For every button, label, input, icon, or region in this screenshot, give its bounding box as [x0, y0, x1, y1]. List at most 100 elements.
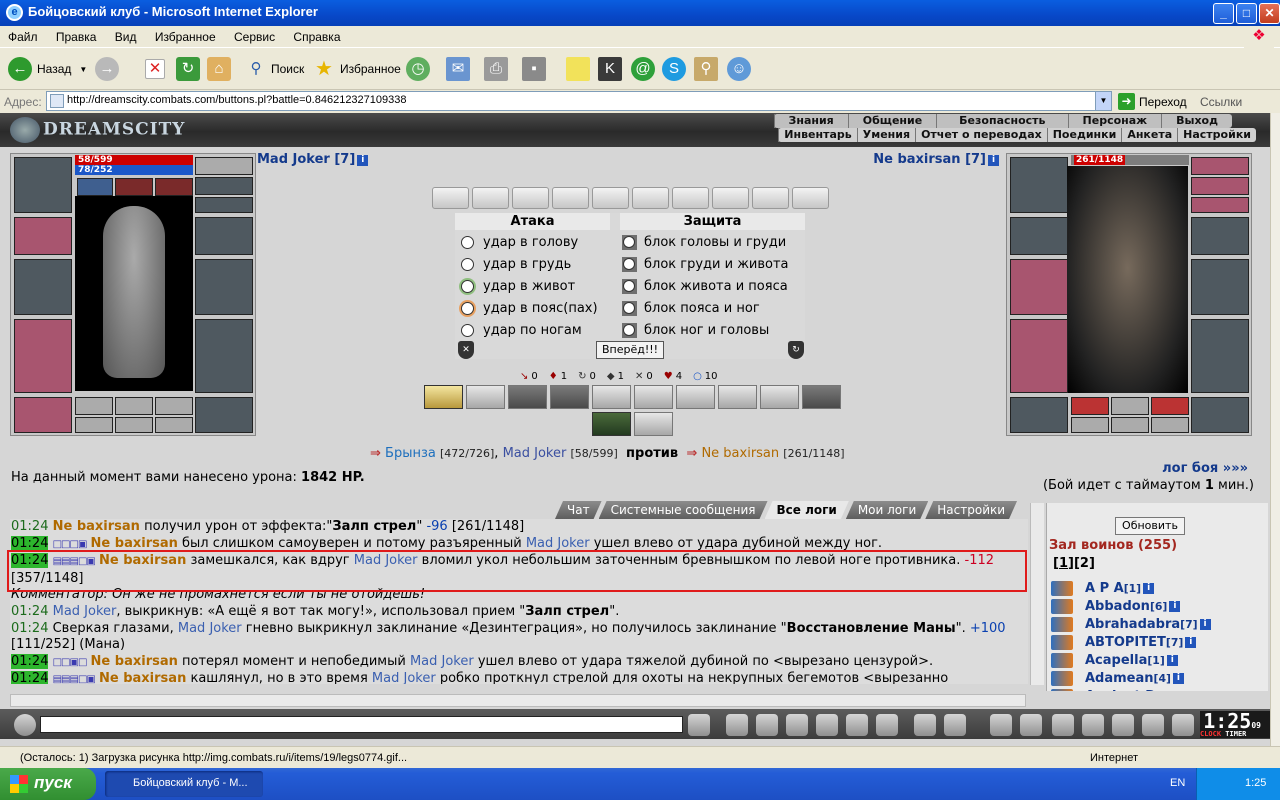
smiley-icon[interactable] [914, 714, 936, 736]
scroll-slot[interactable] [115, 417, 153, 433]
info-icon[interactable]: i [988, 155, 999, 166]
block-belt-legs-option[interactable]: блок пояса и ног [622, 297, 760, 319]
log-target[interactable]: Mad Joker [526, 536, 590, 551]
nav-skills[interactable]: Умения [856, 128, 915, 142]
attack-groin-option[interactable]: удар в пояс(пах) [461, 297, 598, 319]
tab-all-logs[interactable]: Все логи [765, 501, 849, 519]
menu-view[interactable]: Вид [107, 26, 144, 44]
messenger-button[interactable]: ☺ [727, 56, 751, 82]
scroll-slot[interactable] [712, 187, 749, 209]
start-button[interactable]: пуск [0, 768, 96, 800]
scroll-slot[interactable] [1111, 417, 1149, 433]
mail-button[interactable]: ✉ [446, 56, 470, 82]
search-button[interactable]: ⚲ Поиск [244, 56, 305, 82]
opponent-name[interactable]: Ne baxirsan [7] i [873, 152, 999, 167]
player-name[interactable]: Mad Joker [7] i [257, 152, 369, 167]
eraser-icon[interactable] [726, 714, 748, 736]
hero-name[interactable]: Abrahadabra [1085, 617, 1180, 632]
scroll-slot[interactable] [792, 187, 829, 209]
scroll-slot[interactable] [552, 187, 589, 209]
block-head-chest-option[interactable]: блок головы и груди [622, 231, 786, 253]
radio-icon[interactable] [461, 301, 474, 315]
block-legs-head-option[interactable]: блок ног и головы [622, 319, 769, 341]
shield-slot[interactable] [1191, 259, 1249, 315]
page-link[interactable]: 1 [1059, 556, 1068, 571]
trick-button[interactable] [592, 385, 631, 409]
info-icon[interactable]: i [1185, 636, 1197, 648]
radio-icon[interactable] [623, 235, 635, 248]
attack-go-button[interactable]: Вперёд!!! [596, 341, 664, 359]
block-chest-belly-option[interactable]: блок груди и живота [622, 253, 789, 275]
trick-button[interactable] [676, 385, 715, 409]
page-scrollbar[interactable] [1270, 113, 1280, 746]
shield-icon[interactable]: ✕ [458, 341, 474, 359]
info-icon[interactable]: i [1143, 582, 1155, 594]
hero-name[interactable]: Abbadon [1085, 599, 1150, 614]
rings-slot[interactable] [1191, 197, 1249, 213]
scroll-slot[interactable] [1071, 417, 1109, 433]
nav-communication[interactable]: Общение [847, 114, 936, 128]
quiver-slot[interactable] [195, 259, 253, 315]
bracers-slot[interactable] [1010, 217, 1068, 255]
gift-icon[interactable] [1112, 714, 1134, 736]
tab-my-logs[interactable]: Мои логи [846, 501, 928, 519]
hero-name[interactable]: Ancient Dragon [1085, 689, 1199, 692]
close-button[interactable]: ✕ [1259, 3, 1280, 24]
weapon-slot[interactable] [14, 259, 72, 315]
log-scrollbar[interactable] [1030, 503, 1044, 685]
money-icon[interactable] [1052, 714, 1074, 736]
trick-button[interactable] [802, 385, 841, 409]
log-target[interactable]: Mad Joker [410, 654, 474, 669]
walk-icon[interactable] [816, 714, 838, 736]
armor-slot[interactable] [1010, 319, 1068, 393]
log-hscrollbar[interactable] [10, 694, 1026, 707]
hero-row[interactable]: Adamean [4] i [1051, 669, 1184, 687]
attack-belly-option[interactable]: удар в живот [461, 275, 575, 297]
rings-slot[interactable] [195, 197, 253, 213]
hero-row[interactable]: Abrahadabra [7] i [1051, 615, 1211, 633]
nav-battles[interactable]: Поединки [1046, 128, 1122, 142]
boots-slot[interactable] [195, 397, 253, 433]
attack-chest-option[interactable]: удар в грудь [461, 253, 571, 275]
earring-slot[interactable] [195, 157, 253, 175]
scroll-slot[interactable] [632, 187, 669, 209]
hero-name[interactable]: Acapella [1085, 653, 1147, 668]
hero-name[interactable]: А Р А [1085, 581, 1124, 596]
nav-inventory[interactable]: Инвентарь [778, 128, 856, 142]
note-button[interactable] [566, 56, 590, 82]
trick-button[interactable] [718, 385, 757, 409]
scroll-slot[interactable] [512, 187, 549, 209]
skull-tool-icon[interactable] [1082, 714, 1104, 736]
amulet-slot[interactable] [195, 177, 253, 195]
hero-name[interactable]: ABTOPITET [1085, 635, 1166, 650]
scroll-slot[interactable] [472, 187, 509, 209]
refresh-button[interactable]: ↻ [176, 56, 200, 82]
k-button[interactable]: K [598, 56, 622, 82]
go-button[interactable]: ➜ Переход [1118, 93, 1187, 110]
menu-edit[interactable]: Правка [48, 26, 104, 44]
radio-icon[interactable] [461, 235, 474, 249]
nav-transfers[interactable]: Отчет о переводах [915, 128, 1047, 142]
stop-button[interactable]: ✕ [145, 56, 165, 82]
hero-row[interactable]: ABTOPITET [7] i [1051, 633, 1197, 651]
log-actor[interactable]: Ne baxirsan [91, 536, 178, 551]
bracers-slot[interactable] [14, 217, 72, 255]
address-dropdown-icon[interactable]: ▼ [1095, 92, 1111, 110]
tab-system[interactable]: Системные сообщения [599, 501, 768, 519]
team-a-member[interactable]: Mad Joker [503, 446, 567, 461]
info-icon[interactable]: i [1199, 618, 1211, 630]
trick-button[interactable] [466, 385, 505, 409]
team-b-member[interactable]: Ne baxirsan [701, 446, 779, 461]
send-icon[interactable] [688, 714, 710, 736]
hero-row[interactable]: Abbadon [6] i [1051, 597, 1181, 615]
history-button[interactable]: ◷ [406, 56, 430, 82]
tab-settings[interactable]: Настройки [925, 501, 1017, 519]
research-button[interactable]: ⚲ [694, 56, 718, 82]
nav-security[interactable]: Безопасность [936, 114, 1067, 128]
exit-icon[interactable] [1172, 714, 1194, 736]
language-indicator[interactable]: EN [1170, 777, 1185, 789]
info-icon[interactable]: i [1166, 654, 1178, 666]
belt-slot[interactable] [1010, 397, 1068, 433]
edit-button[interactable]: ▪ [522, 56, 546, 82]
pocket-slot[interactable] [75, 397, 113, 415]
